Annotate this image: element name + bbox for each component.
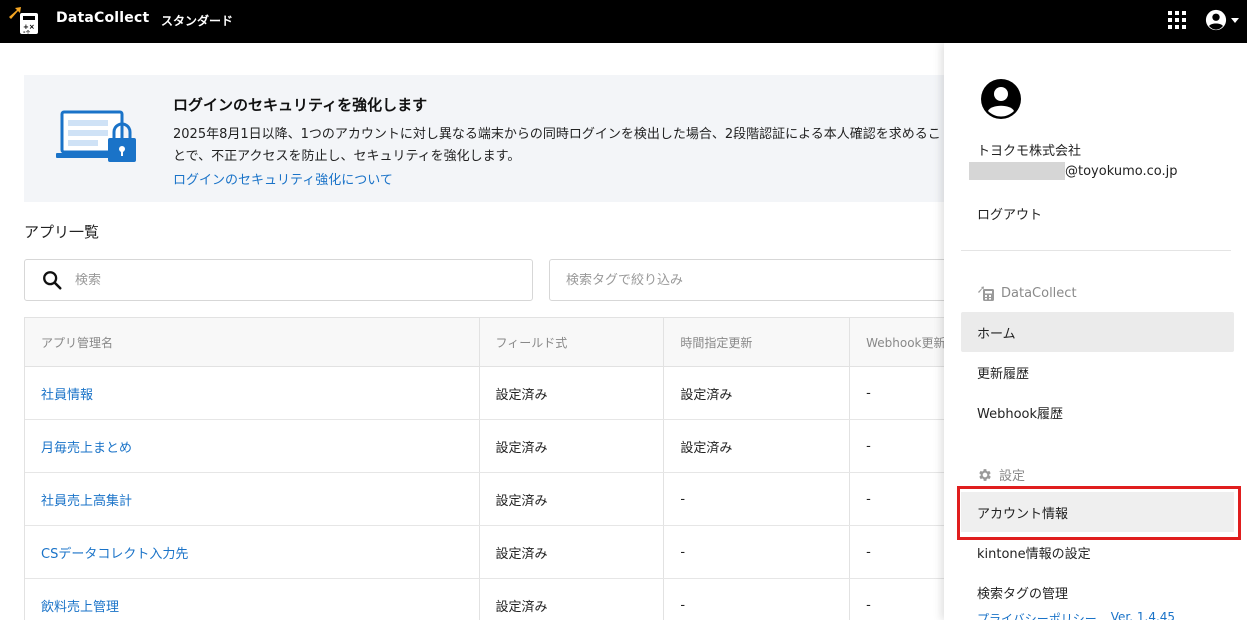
webhook-status: - (866, 438, 871, 454)
app-name-link[interactable]: 社員情報 (25, 367, 480, 419)
divider (961, 250, 1231, 251)
user-email: @toyokumo.co.jp (969, 161, 1177, 181)
app-table: アプリ管理名 フィールド式 時間指定更新 Webhook更新 社員情報 設定済み… (24, 317, 954, 620)
table-row[interactable]: 社員情報 設定済み 設定済み - (25, 367, 954, 420)
search-field[interactable] (24, 259, 533, 301)
privacy-policy-link[interactable]: プライバシーポリシー (977, 610, 1097, 620)
timer-status: - (664, 526, 851, 578)
nav-account-info[interactable]: アカウント情報 (961, 492, 1234, 532)
nav-update-history[interactable]: 更新履歴 (961, 352, 1234, 392)
search-icon (43, 271, 62, 290)
chevron-down-icon (1231, 17, 1239, 23)
security-info-link[interactable]: ログインのセキュリティ強化について (173, 169, 393, 188)
webhook-status: - (866, 544, 871, 560)
app-name-link[interactable]: 月毎売上まとめ (25, 420, 480, 472)
timer-status: - (664, 579, 851, 620)
table-row[interactable]: CSデータコレクト入力先 設定済み - - (25, 526, 954, 579)
column-header-app-name[interactable]: アプリ管理名 (25, 318, 480, 366)
datacollect-group-heading: DataCollect (977, 285, 1077, 301)
email-domain: @toyokumo.co.jp (1065, 163, 1178, 179)
settings-group-heading: 設定 (977, 465, 1025, 484)
field-status: 設定済み (480, 473, 665, 525)
app-name-link[interactable]: CSデータコレクト入力先 (25, 526, 480, 578)
field-status: 設定済み (480, 526, 665, 578)
webhook-status: - (866, 597, 871, 613)
group-label: DataCollect (1001, 285, 1077, 301)
app-name-link[interactable]: 飲料売上管理 (25, 579, 480, 620)
table-header: アプリ管理名 フィールド式 時間指定更新 Webhook更新 (25, 318, 954, 367)
field-status: 設定済み (480, 579, 665, 620)
banner-body: 2025年8月1日以降、1つのアカウントに対し異なる端末からの同時ログインを検出… (173, 127, 941, 164)
column-header-webhook[interactable]: Webhook更新 (850, 318, 954, 366)
timer-status: - (664, 473, 851, 525)
field-status: 設定済み (480, 367, 665, 419)
timer-status: 設定済み (664, 420, 851, 472)
email-redaction (969, 162, 1065, 180)
account-drawer: トヨクモ株式会社 @toyokumo.co.jp ログアウト DataColle… (944, 43, 1247, 620)
account-menu-button[interactable] (1205, 8, 1243, 32)
gear-icon (979, 468, 991, 481)
drawer-footer: プライバシーポリシー Ver. 1.4.45 (977, 610, 1175, 620)
laptop-lock-icon (56, 110, 136, 162)
avatar-icon (981, 79, 1021, 119)
tag-filter-field[interactable] (549, 259, 959, 301)
table-row[interactable]: 社員売上高集計 設定済み - - (25, 473, 954, 526)
table-row[interactable]: 飲料売上管理 設定済み - - (25, 579, 954, 620)
webhook-status: - (866, 491, 871, 507)
plan-label: スタンダード (161, 14, 234, 28)
table-row[interactable]: 月毎売上まとめ 設定済み 設定済み - (25, 420, 954, 473)
timer-status: 設定済み (664, 367, 851, 419)
datacollect-logo-icon[interactable]: +× -÷ (8, 5, 40, 35)
search-input[interactable] (75, 272, 495, 288)
nav-home[interactable]: ホーム (961, 312, 1234, 352)
grid-apps-icon[interactable] (1168, 11, 1186, 29)
datacollect-mini-icon (978, 286, 994, 301)
banner-title: ログインのセキュリティを強化します (173, 96, 428, 114)
top-bar: +× -÷ DataCollect スタンダード (0, 0, 1247, 43)
logout-link[interactable]: ログアウト (977, 204, 1042, 223)
company-name: トヨクモ株式会社 (977, 144, 1082, 159)
nav-webhook-history[interactable]: Webhook履歴 (961, 392, 1234, 432)
field-status: 設定済み (480, 420, 665, 472)
security-notice-banner: ログインのセキュリティを強化します 2025年8月1日以降、1つのアカウントに対… (24, 75, 954, 202)
column-header-field[interactable]: フィールド式 (480, 318, 665, 366)
app-list-title: アプリ一覧 (24, 223, 100, 241)
tag-filter-input[interactable] (566, 272, 926, 288)
group-label: 設定 (999, 469, 1026, 484)
nav-tag-management[interactable]: 検索タグの管理 (961, 572, 1234, 612)
brand-name[interactable]: DataCollect (56, 10, 149, 26)
svg-text:-÷: -÷ (23, 29, 31, 35)
webhook-status: - (866, 385, 871, 401)
app-name-link[interactable]: 社員売上高集計 (25, 473, 480, 525)
account-circle-icon (1205, 9, 1227, 31)
column-header-timer[interactable]: 時間指定更新 (664, 318, 851, 366)
version-label: Ver. 1.4.45 (1110, 610, 1176, 620)
nav-kintone-settings[interactable]: kintone情報の設定 (961, 532, 1234, 572)
